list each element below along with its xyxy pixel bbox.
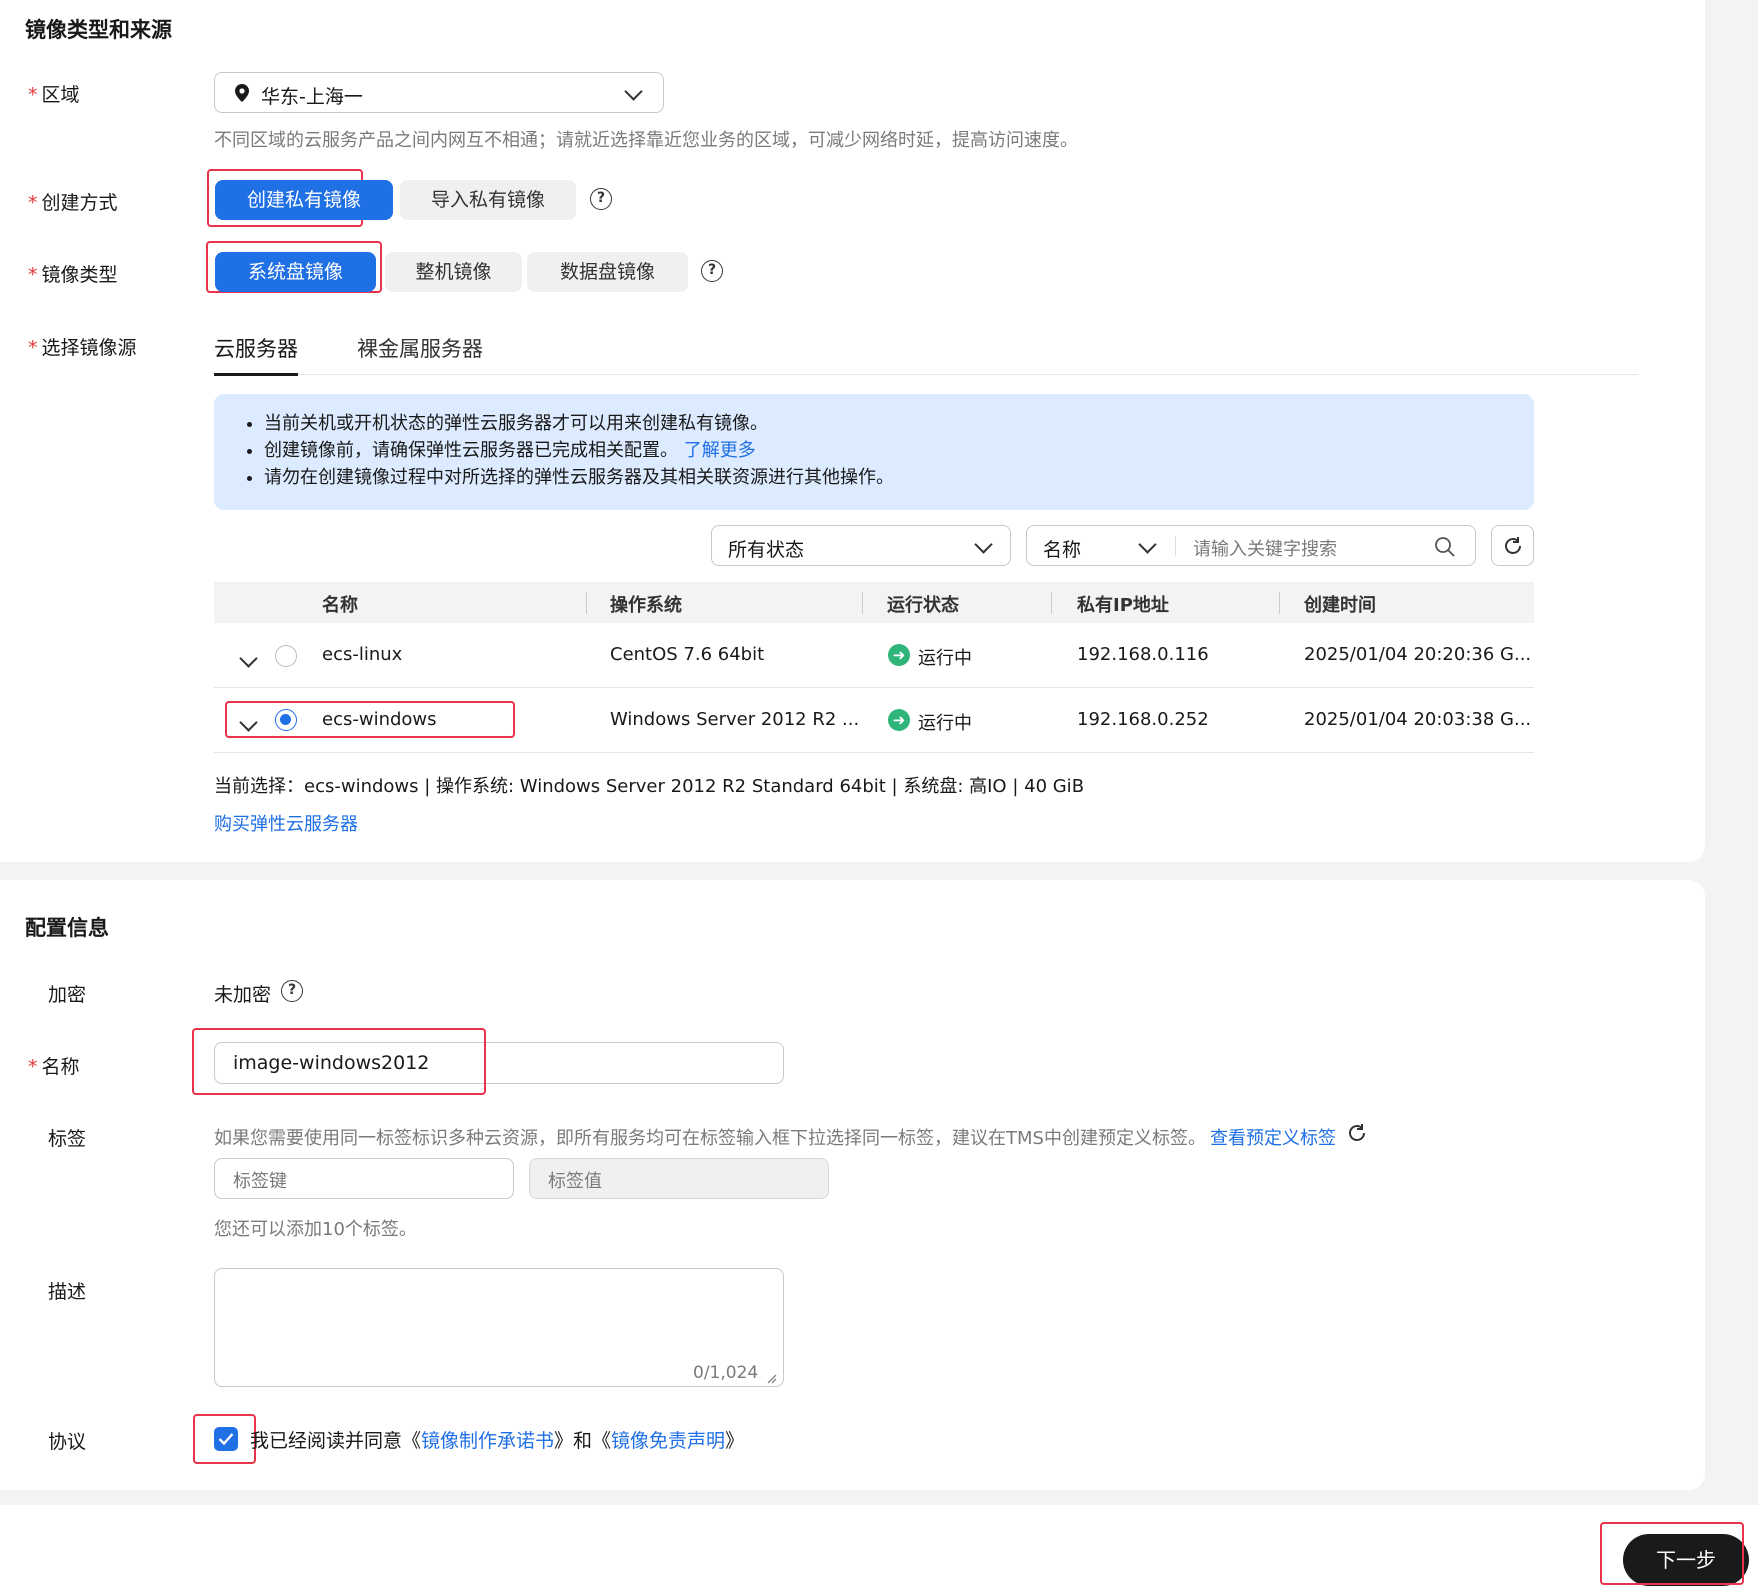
row-divider (214, 687, 1534, 688)
search-field-select[interactable]: 名称 (1043, 535, 1081, 562)
row-radio[interactable] (275, 645, 297, 667)
server-status: 运行中 (918, 713, 972, 734)
notice-box: 当前关机或开机状态的弹性云服务器才可以用来创建私有镜像。 创建镜像前，请确保弹性… (214, 394, 1534, 510)
server-os: Windows Server 2012 R2 ... (610, 709, 860, 730)
chevron-down-icon (1138, 534, 1157, 556)
column-header-os: 操作系统 (610, 595, 682, 616)
tag-value-input[interactable]: 标签值 (529, 1158, 829, 1199)
learn-more-link[interactable]: 了解更多 (684, 440, 756, 461)
view-predefined-tags-link[interactable]: 查看预定义标签 (1210, 1128, 1336, 1149)
column-header-name: 名称 (322, 595, 358, 616)
refresh-icon[interactable] (1346, 1122, 1368, 1149)
running-status-icon: ➜ (888, 644, 910, 666)
current-selection-text: 当前选择：ecs-windows | 操作系统: Windows Server … (214, 776, 1085, 797)
tag-key-placeholder: 标签键 (233, 1171, 287, 1192)
status-filter-value: 所有状态 (728, 539, 805, 561)
search-divider (1175, 536, 1176, 556)
image-type-label: * 镜像类型 (28, 264, 118, 286)
tags-hint: 如果您需要使用同一标签标识多种云资源，即所有服务均可在标签输入框下拉选择同一标签… (214, 1128, 1336, 1149)
region-select[interactable]: 华东-上海一 (214, 72, 664, 113)
location-pin-icon (235, 84, 249, 107)
column-separator (1051, 592, 1052, 614)
tab-bare-metal-server[interactable]: 裸金属服务器 (357, 333, 483, 363)
notice-item: 请勿在创建镜像过程中对所选择的弹性云服务器及其相关联资源进行其他操作。 (264, 464, 1534, 491)
description-label: 描述 (48, 1281, 87, 1303)
tags-remaining-text: 您还可以添加10个标签。 (214, 1219, 417, 1240)
server-status: 运行中 (918, 648, 972, 669)
chevron-down-icon (974, 534, 993, 556)
server-created: 2025/01/04 20:03:38 G... (1304, 709, 1532, 730)
highlight-box-name (192, 1028, 486, 1095)
expand-chevron-icon[interactable] (239, 712, 258, 734)
server-name-link[interactable]: ecs-linux (322, 644, 402, 665)
search-icon (1434, 536, 1456, 563)
region-label: * 区域 (28, 84, 80, 106)
full-machine-image-button[interactable]: 整机镜像 (385, 252, 522, 292)
status-filter-select[interactable]: 所有状态 (711, 525, 1011, 566)
server-ip: 192.168.0.252 (1077, 709, 1209, 730)
create-private-image-button[interactable]: 创建私有镜像 (215, 180, 393, 220)
section-title-image-source: 镜像类型和来源 (25, 18, 172, 42)
server-ip: 192.168.0.116 (1077, 644, 1209, 665)
column-separator (1279, 592, 1280, 614)
agreement-label: 协议 (48, 1431, 87, 1453)
encryption-value: 未加密 (214, 984, 272, 1006)
column-header-status: 运行状态 (887, 595, 959, 616)
expand-chevron-icon[interactable] (239, 648, 258, 670)
server-os: CentOS 7.6 64bit (610, 644, 765, 665)
image-disclaimer-link[interactable]: 镜像免责声明 (611, 1430, 725, 1452)
section-title-config: 配置信息 (25, 916, 109, 940)
image-source-label: * 选择镜像源 (28, 337, 137, 359)
tags-label: 标签 (48, 1128, 87, 1150)
tag-value-placeholder: 标签值 (548, 1171, 602, 1192)
help-icon[interactable]: ? (281, 980, 303, 1002)
resize-handle-icon[interactable] (765, 1367, 777, 1389)
tab-cloud-server[interactable]: 云服务器 (214, 333, 298, 376)
tag-key-input[interactable]: 标签键 (214, 1158, 514, 1199)
agreement-text: 我已经阅读并同意《镜像制作承诺书》和《镜像免责声明》 (250, 1430, 745, 1452)
agreement-checkbox[interactable] (214, 1427, 238, 1451)
description-textarea[interactable]: 0/1,024 (214, 1268, 784, 1387)
check-icon (218, 1433, 234, 1446)
row-radio-selected[interactable] (275, 709, 297, 731)
footer-bar (0, 1505, 1758, 1590)
system-disk-image-button[interactable]: 系统盘镜像 (215, 252, 376, 292)
column-separator (586, 592, 587, 614)
description-counter: 0/1,024 (693, 1363, 759, 1383)
create-method-label: * 创建方式 (28, 192, 118, 214)
buy-ecs-link[interactable]: 购买弹性云服务器 (214, 810, 358, 836)
column-header-created: 创建时间 (1304, 595, 1376, 616)
image-commitment-link[interactable]: 镜像制作承诺书 (421, 1430, 554, 1452)
column-separator (862, 592, 863, 614)
help-icon[interactable]: ? (590, 188, 612, 210)
data-disk-image-button[interactable]: 数据盘镜像 (527, 252, 688, 292)
highlight-box-next (1600, 1522, 1744, 1585)
server-created: 2025/01/04 20:20:36 G... (1304, 644, 1532, 665)
row-divider (214, 752, 1534, 753)
refresh-icon (1502, 535, 1524, 562)
region-value: 华东-上海一 (261, 86, 363, 108)
import-private-image-button[interactable]: 导入私有镜像 (400, 180, 576, 220)
help-icon[interactable]: ? (701, 260, 723, 282)
tab-divider (214, 374, 1638, 375)
column-header-ip: 私有IP地址 (1077, 595, 1169, 616)
chevron-down-icon (624, 81, 643, 103)
search-box[interactable]: 名称 请输入关键字搜索 (1026, 525, 1476, 566)
server-name-link[interactable]: ecs-windows (322, 709, 437, 730)
region-hint: 不同区域的云服务产品之间内网互不相通；请就近选择靠近您业务的区域，可减少网络时延… (214, 130, 1078, 151)
encryption-label: 加密 (48, 984, 87, 1006)
notice-item: 创建镜像前，请确保弹性云服务器已完成相关配置。 了解更多 (264, 437, 1534, 464)
name-label: * 名称 (28, 1056, 80, 1078)
notice-item: 当前关机或开机状态的弹性云服务器才可以用来创建私有镜像。 (264, 410, 1534, 437)
refresh-button[interactable] (1491, 525, 1534, 566)
running-status-icon: ➜ (888, 709, 910, 731)
search-input[interactable]: 请输入关键字搜索 (1193, 535, 1337, 561)
